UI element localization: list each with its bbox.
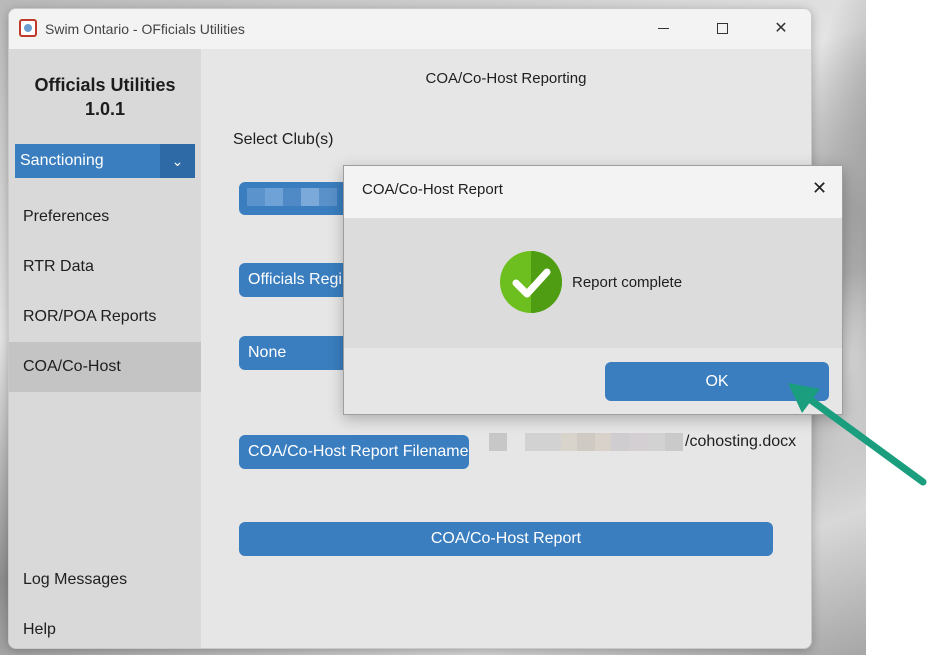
sidebar-item-label: RTR Data: [23, 258, 94, 275]
page-title: COA/Co-Host Reporting: [425, 70, 587, 87]
sidebar-item-ror-poa-reports[interactable]: ROR/POA Reports: [9, 292, 201, 342]
app-brand: Officials Utilities 1.0.1: [9, 73, 201, 121]
app-logo-icon: [19, 19, 37, 37]
officials-registration-button[interactable]: Officials Regi: [239, 263, 359, 297]
sidebar-item-coa-co-host[interactable]: COA/Co-Host: [9, 342, 201, 392]
close-button[interactable]: ✕: [761, 17, 801, 41]
check-circle-icon: [500, 251, 562, 313]
sidebar-item-log-messages[interactable]: Log Messages: [9, 555, 201, 605]
dialog-close-button[interactable]: ✕: [812, 178, 827, 199]
sidebar-item-preferences[interactable]: Preferences: [9, 192, 201, 242]
maximize-button[interactable]: [702, 17, 742, 41]
select-clubs-label: Select Club(s): [233, 131, 334, 148]
sidebar-item-label: Preferences: [23, 208, 110, 225]
sidebar-item-rtr-data[interactable]: RTR Data: [9, 242, 201, 292]
none-label: None: [248, 344, 287, 361]
maximize-icon: [716, 23, 728, 35]
none-button[interactable]: None: [239, 336, 359, 370]
redacted-club-name: [247, 188, 337, 206]
report-filename-value: /cohosting.docx: [489, 433, 796, 451]
minimize-button[interactable]: [643, 17, 683, 41]
dialog-title: COA/Co-Host Report: [362, 181, 503, 198]
dialog-message: Report complete: [572, 274, 683, 291]
club-select-button[interactable]: [239, 182, 359, 215]
report-filename-button[interactable]: COA/Co-Host Report Filename: [239, 435, 469, 469]
report-complete-dialog: COA/Co-Host Report ✕ Report complete OK: [343, 165, 843, 415]
close-icon: ✕: [774, 20, 788, 37]
sanctioning-label: Sanctioning: [20, 152, 104, 169]
dialog-body: Report complete: [344, 218, 842, 348]
sidebar-item-label: Log Messages: [23, 571, 128, 588]
desktop-edge: [866, 0, 927, 655]
title-bar: Swim Ontario - OFficials Utilities ✕: [9, 9, 811, 49]
officials-registration-label: Officials Regi: [248, 271, 342, 288]
sidebar-item-label: Help: [23, 621, 56, 638]
sanctioning-dropdown[interactable]: Sanctioning ⌄: [15, 144, 195, 178]
sidebar-item-help[interactable]: Help: [9, 605, 201, 648]
brand-version: 1.0.1: [84, 99, 126, 119]
redacted-path: [489, 433, 507, 451]
sidebar: Officials Utilities 1.0.1 Sanctioning ⌄ …: [9, 49, 201, 648]
coa-co-host-report-button[interactable]: COA/Co-Host Report: [239, 522, 773, 556]
dialog-title-bar: COA/Co-Host Report ✕: [344, 166, 842, 218]
sidebar-item-label: ROR/POA Reports: [23, 308, 157, 325]
sidebar-item-label: COA/Co-Host: [23, 358, 121, 375]
report-filename-label: COA/Co-Host Report Filename: [248, 443, 469, 460]
coa-co-host-report-label: COA/Co-Host Report: [430, 530, 582, 547]
annotation-arrow: [788, 383, 927, 486]
window-title: Swim Ontario - OFficials Utilities: [45, 21, 245, 37]
brand-title: Officials Utilities: [34, 75, 176, 95]
minimize-icon: [657, 28, 669, 30]
chevron-down-icon[interactable]: ⌄: [160, 144, 195, 178]
